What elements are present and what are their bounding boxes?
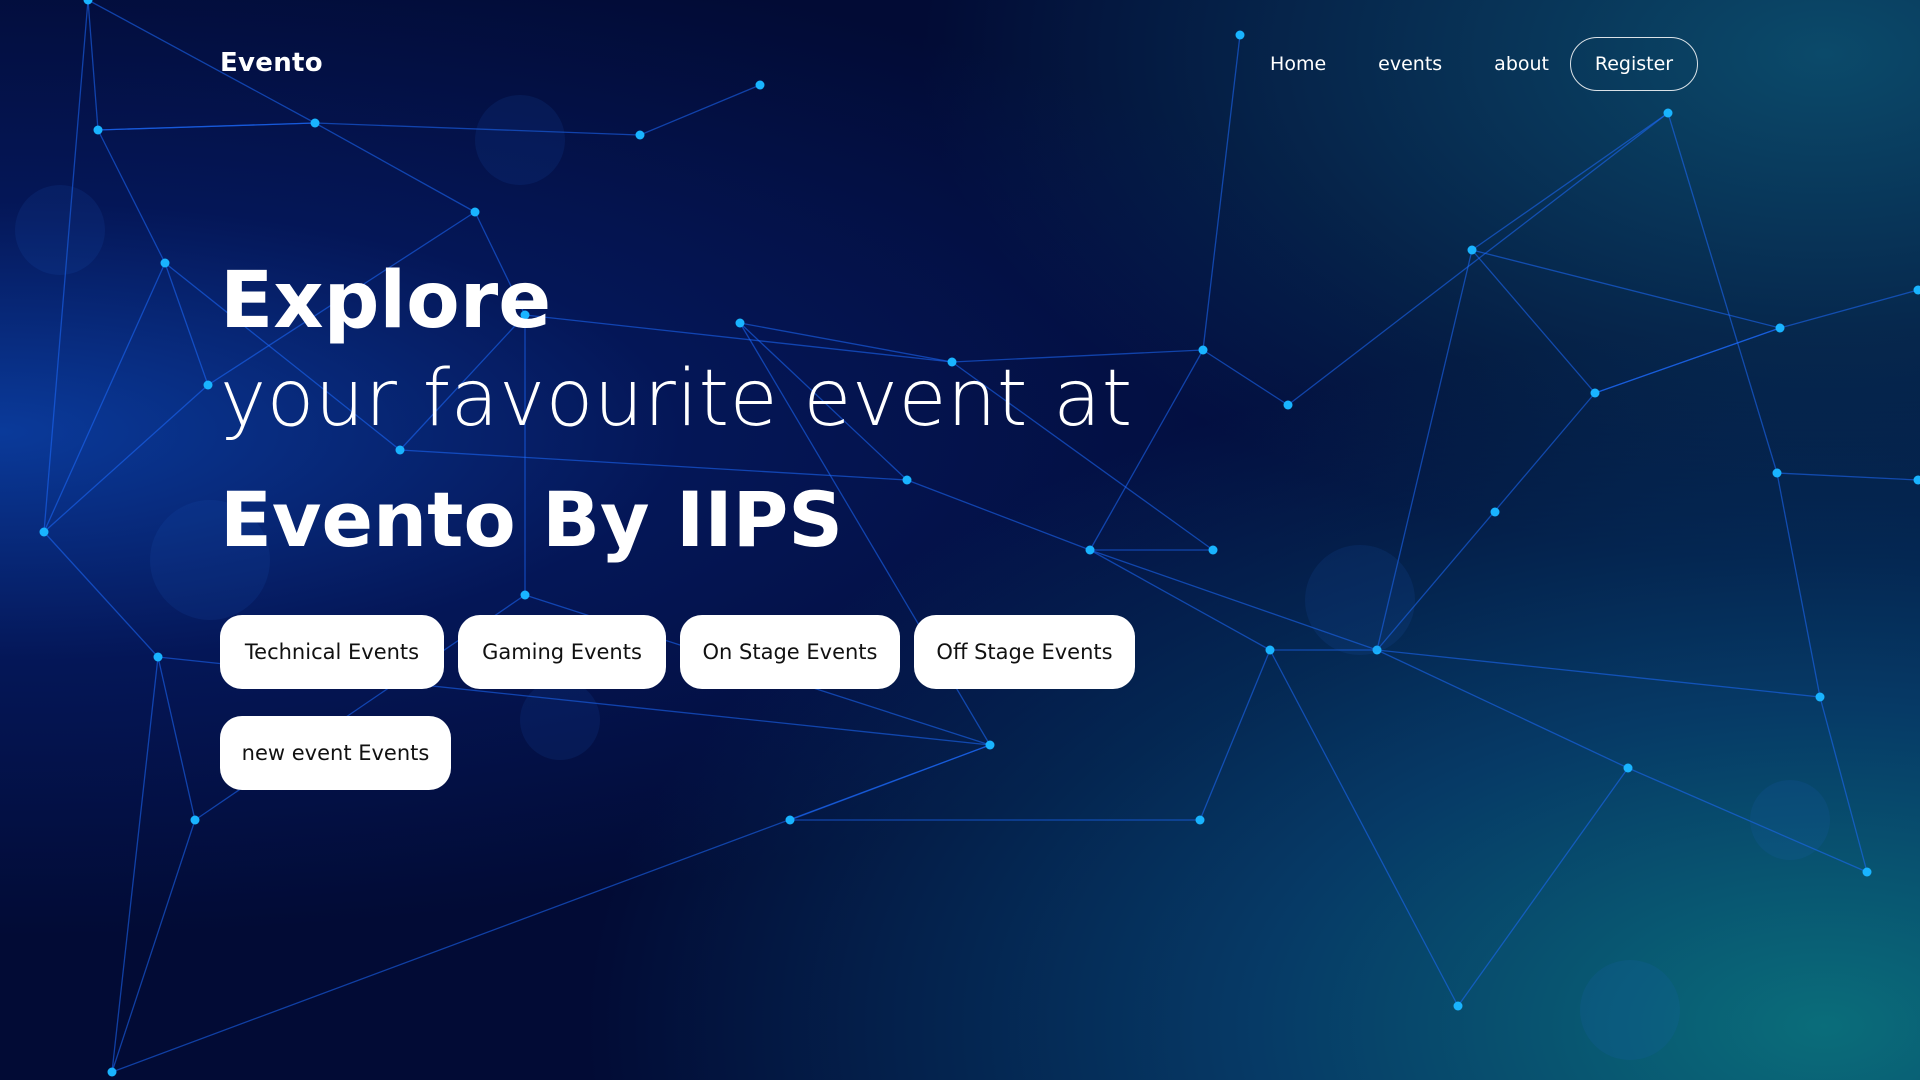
network-line (1779, 289, 1919, 329)
network-node (1913, 285, 1920, 295)
network-node (1195, 815, 1205, 825)
bokeh-blob (1305, 545, 1415, 655)
network-node (785, 815, 795, 825)
network-line (1199, 649, 1271, 821)
bokeh-blob (1750, 780, 1830, 860)
network-node (190, 815, 200, 825)
category-off-stage-events-button[interactable]: Off Stage Events (914, 615, 1135, 689)
category-on-stage-events-button[interactable]: On Stage Events (680, 615, 900, 689)
nav-links: Home events about (1218, 53, 1549, 75)
category-new-event-events-button[interactable]: new event Events (220, 716, 451, 790)
network-node (985, 740, 995, 750)
nav-link-home[interactable]: Home (1270, 53, 1326, 75)
network-line (1594, 327, 1781, 394)
network-line (1667, 112, 1778, 474)
network-node (1283, 400, 1293, 410)
network-node (1208, 545, 1218, 555)
bokeh-blob (15, 185, 105, 275)
nav-link-events[interactable]: events (1378, 53, 1442, 75)
hero-title-explore: Explore (220, 256, 552, 346)
network-line (1269, 649, 1459, 1007)
network-node (1862, 867, 1872, 877)
network-node (520, 590, 530, 600)
network-node (470, 207, 480, 217)
network-node (1590, 388, 1600, 398)
network-node (1467, 245, 1477, 255)
network-line (157, 656, 196, 821)
network-line (1471, 112, 1669, 251)
bokeh-blob (1580, 960, 1680, 1060)
network-node (1772, 468, 1782, 478)
network-line (111, 819, 196, 1073)
network-line (111, 744, 991, 1073)
hero-subtitle: your favourite event at (220, 354, 1133, 444)
network-node (1453, 1001, 1463, 1011)
network-node (1913, 475, 1920, 485)
nav-link-about[interactable]: about (1494, 53, 1549, 75)
network-line (1819, 696, 1868, 873)
network-node (1490, 507, 1500, 517)
network-line (314, 122, 476, 213)
network-node (1198, 345, 1208, 355)
hero-title-brand: Evento By IIPS (220, 475, 844, 564)
bokeh-blob (520, 680, 600, 760)
network-line (43, 531, 159, 658)
network-node (1265, 645, 1275, 655)
network-line (1376, 649, 1629, 769)
network-node (1775, 323, 1785, 333)
network-line (1471, 249, 1596, 394)
category-gaming-events-button[interactable]: Gaming Events (458, 615, 666, 689)
network-node (635, 130, 645, 140)
network-line (111, 656, 159, 1073)
hero-heading: Explore your favourite event at Evento B… (220, 262, 1133, 558)
network-line (1776, 472, 1919, 481)
network-node (203, 380, 213, 390)
network-line (1202, 349, 1289, 406)
network-line (1776, 472, 1821, 698)
network-line (164, 262, 209, 386)
network-line (97, 129, 166, 264)
network-line (1471, 249, 1781, 329)
network-line (1627, 767, 1868, 873)
network-node (107, 1067, 117, 1077)
network-line (1376, 649, 1821, 698)
network-node (1623, 763, 1633, 773)
network-node (160, 258, 170, 268)
top-navbar: Evento Home events about Register (0, 0, 1920, 130)
network-node (39, 527, 49, 537)
network-node (1815, 692, 1825, 702)
network-line (43, 262, 166, 533)
register-button[interactable]: Register (1570, 37, 1698, 91)
network-line (1287, 112, 1669, 406)
category-technical-events-button[interactable]: Technical Events (220, 615, 444, 689)
network-node (153, 652, 163, 662)
brand-logo[interactable]: Evento (220, 48, 323, 78)
